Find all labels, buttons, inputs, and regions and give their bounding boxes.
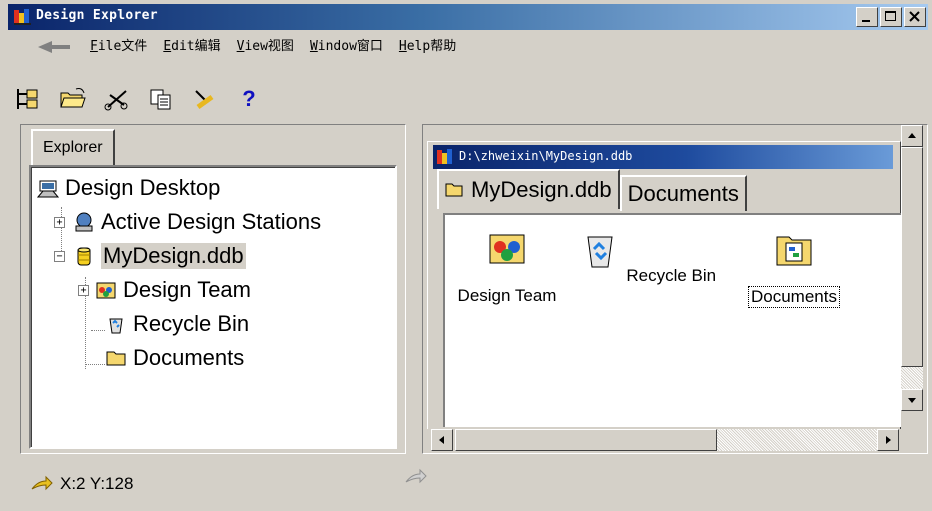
desktop-icon — [37, 180, 59, 198]
horizontal-scrollbar[interactable] — [427, 429, 901, 451]
arrow-down-icon — [908, 398, 916, 403]
design-team-icon — [489, 234, 525, 264]
stations-icon — [75, 212, 93, 232]
scroll-up-button[interactable] — [901, 125, 923, 147]
document-title-bar[interactable]: D:\zhweixin\MyDesign.ddb — [433, 145, 893, 169]
scroll-track[interactable] — [901, 367, 923, 389]
paste-icon[interactable] — [190, 85, 220, 113]
menu-bar: File文件 Edit编辑 View视图 Window窗口 Help帮助 — [8, 34, 464, 60]
scroll-right-button[interactable] — [877, 429, 899, 451]
arrow-right-icon — [886, 436, 891, 444]
recycle-bin-icon — [587, 236, 613, 268]
document-title: D:\zhweixin\MyDesign.ddb — [459, 149, 633, 163]
database-icon — [77, 247, 91, 266]
item-label: Design Team — [457, 286, 557, 305]
maximize-icon — [885, 11, 896, 21]
scroll-down-button[interactable] — [901, 389, 923, 411]
expand-plus-icon[interactable]: + — [78, 285, 89, 296]
item-label: Documents — [748, 286, 840, 308]
collapse-minus-icon[interactable]: − — [54, 251, 65, 262]
window-controls — [856, 7, 926, 27]
item-design-team[interactable]: Design Team — [437, 229, 577, 306]
toolbar: ? — [14, 82, 264, 116]
tab-documents[interactable]: Documents — [619, 175, 747, 211]
item-recycle-bin[interactable]: Recycle Bin — [579, 229, 719, 286]
tab-explorer[interactable]: Explorer — [31, 129, 115, 165]
tree-item-label: Design Desktop — [65, 175, 221, 200]
scroll-track[interactable] — [717, 429, 877, 451]
window-title: Design Explorer — [36, 8, 158, 23]
document-content: Design Team Recycle Bin Documents — [443, 213, 901, 427]
item-documents[interactable]: Documents — [739, 229, 849, 308]
scroll-left-button[interactable] — [431, 429, 453, 451]
arrow-up-icon — [908, 133, 916, 138]
help-icon[interactable]: ? — [234, 85, 264, 113]
tree-item-mydesign-ddb[interactable]: − MyDesign.ddb — [54, 239, 246, 273]
folder-icon — [106, 351, 126, 366]
menu-edit[interactable]: Edit编辑 — [155, 36, 228, 58]
recycle-bin-icon — [109, 318, 123, 334]
minimize-icon — [862, 20, 870, 22]
cut-icon[interactable] — [102, 85, 132, 113]
menu-file[interactable]: File文件 — [82, 36, 155, 58]
tree-item-label: Recycle Bin — [133, 311, 250, 336]
folder-icon — [445, 183, 463, 197]
status-bar: X:2 Y:128 — [30, 470, 133, 498]
tree-item-documents[interactable]: Documents — [105, 341, 244, 375]
tab-label: Documents — [627, 181, 739, 206]
scroll-thumb[interactable] — [455, 429, 717, 451]
tree-toggle-icon[interactable] — [14, 85, 44, 113]
close-button[interactable] — [904, 7, 926, 27]
document-pane: D:\zhweixin\MyDesign.ddb MyDesign.ddb Do… — [422, 124, 928, 454]
menu-arrow-icon — [38, 41, 70, 53]
tree-item-active-design-stations[interactable]: + Active Design Stations — [54, 205, 322, 239]
documents-folder-icon — [776, 236, 812, 266]
tree-connector — [91, 330, 105, 331]
tree-item-label: Design Team — [123, 277, 251, 302]
arrow-left-icon — [439, 436, 444, 444]
tree-connector — [85, 364, 105, 365]
app-icon — [14, 9, 31, 25]
close-icon — [909, 11, 920, 22]
tree-item-label: MyDesign.ddb — [101, 243, 246, 269]
expand-plus-icon[interactable]: + — [54, 217, 65, 228]
minimize-button[interactable] — [856, 7, 878, 27]
design-team-icon — [96, 282, 116, 299]
tree-item-design-desktop[interactable]: Design Desktop — [37, 171, 220, 205]
item-label: Recycle Bin — [626, 266, 717, 285]
explorer-tree: Design Desktop + Active Design Stations … — [29, 165, 397, 449]
menu-help[interactable]: Help帮助 — [391, 36, 464, 58]
document-tabs: MyDesign.ddb Documents — [437, 169, 747, 213]
explorer-pane: Explorer Design Desktop + Active Design … — [20, 124, 406, 454]
tree-item-label: Documents — [133, 345, 245, 370]
tree-item-label: Active Design Stations — [101, 209, 322, 234]
app-icon — [437, 149, 452, 164]
copy-icon[interactable] — [146, 85, 176, 113]
tree-item-recycle-bin[interactable]: Recycle Bin — [105, 307, 249, 341]
menu-view[interactable]: View视图 — [229, 36, 302, 58]
tab-mydesign-ddb[interactable]: MyDesign.ddb — [437, 169, 620, 209]
menu-window[interactable]: Window窗口 — [302, 36, 391, 58]
title-bar[interactable]: Design Explorer — [8, 4, 928, 30]
open-folder-icon[interactable] — [58, 85, 88, 113]
cursor-arrow-icon — [31, 475, 53, 491]
tree-item-design-team[interactable]: + Design Team — [78, 273, 251, 307]
scroll-thumb[interactable] — [901, 147, 923, 367]
design-explorer-window: Design Explorer File文件 Edit编辑 View视图 Win… — [0, 0, 932, 511]
coordinates-readout: X:2 Y:128 — [60, 474, 134, 493]
maximize-button[interactable] — [880, 7, 902, 27]
status-arrow-icon — [405, 468, 427, 484]
tab-label: MyDesign.ddb — [471, 177, 612, 202]
